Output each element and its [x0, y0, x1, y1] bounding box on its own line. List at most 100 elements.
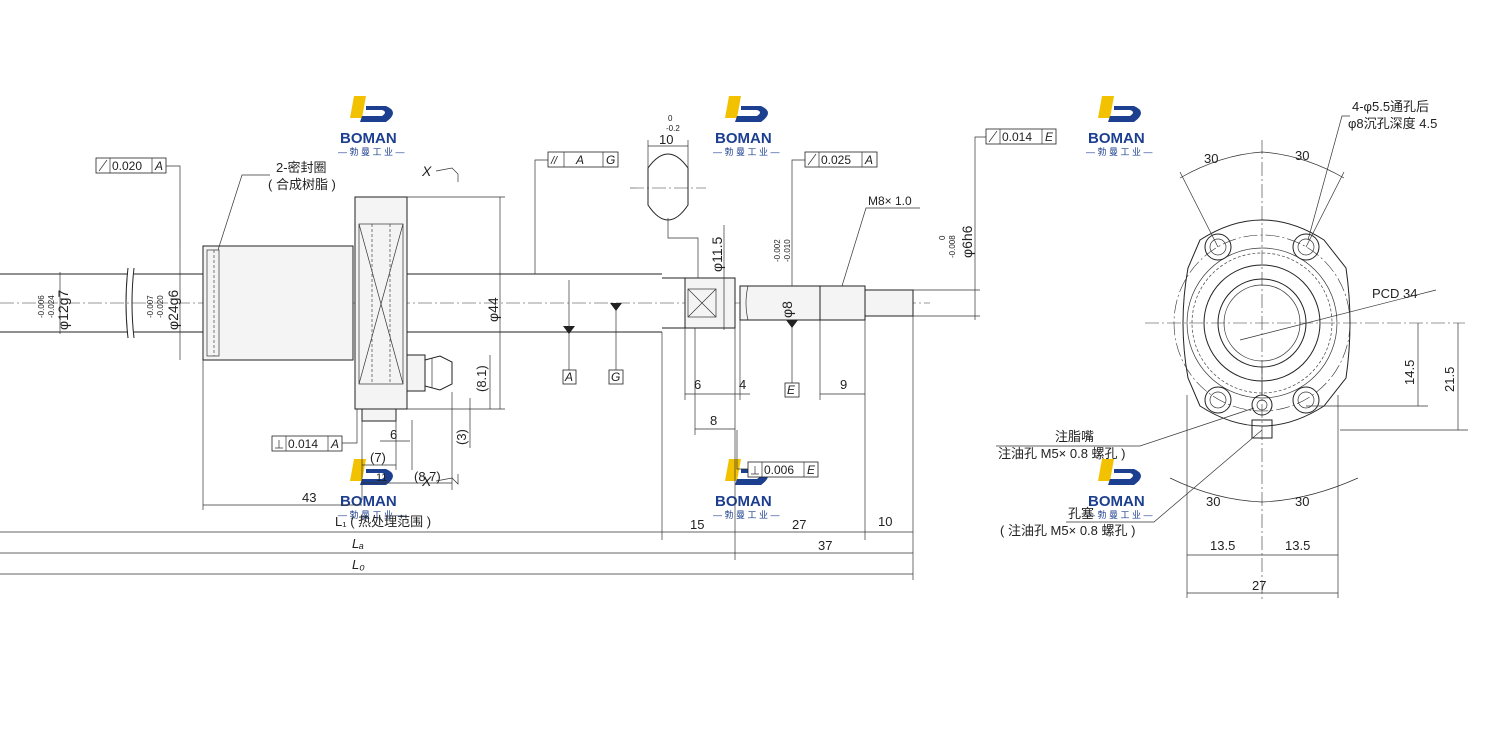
holes-spec-label: 4-φ5.5通孔后	[1352, 99, 1429, 114]
side-view-dimensions: φ12g7 -0.006 -0.024 φ24g6 -0.007 -0.020 …	[0, 114, 1057, 580]
plug-hole-label: ( 注油孔 M5× 0.8 螺孔 )	[1000, 523, 1135, 538]
dim-flat-10: 10	[659, 132, 673, 147]
dim-d6h6-tol-upper: 0	[938, 235, 947, 240]
svg-text:BOMAN: BOMAN	[1088, 493, 1145, 510]
svg-text:G: G	[611, 370, 620, 384]
dim-l1: L₁ ( 热处理范围 )	[335, 514, 431, 529]
end-view: 30 30 30 30 4-φ5.5通孔后 φ8沉孔深度 4.5 PCD 34 …	[996, 99, 1468, 600]
dim-14-5: 14.5	[1402, 360, 1417, 385]
svg-text:— 勃 曼 工 业 —: — 勃 曼 工 业 —	[338, 146, 405, 157]
svg-text:A: A	[564, 370, 573, 384]
logo-top-right: BOMAN — 勃 曼 工 业 —	[1086, 96, 1153, 157]
dim-d12g7-tol-upper: -0.006	[37, 295, 46, 318]
dim-27: 27	[792, 517, 806, 532]
dim-3: (3)	[454, 429, 469, 445]
dim-10: 10	[878, 514, 892, 529]
grease-nipple-label: 注脂嘴	[1055, 429, 1094, 444]
dim-8-7: (8.7)	[414, 469, 441, 484]
grease-hole-label: 注油孔 M5× 0.8 螺孔 )	[998, 446, 1126, 461]
dim-13-5-right: 13.5	[1285, 538, 1310, 553]
dim-d24g6-tol-lower: -0.020	[156, 295, 165, 318]
section-x-top: X	[421, 163, 432, 179]
logo-bottom-right: BOMAN — 勃 曼 工 业 —	[1086, 459, 1153, 520]
svg-text:— 勃 曼 工 业 —: — 勃 曼 工 业 —	[1086, 509, 1153, 520]
dim-6a: 6	[390, 427, 397, 442]
ang-30-bl: 30	[1206, 494, 1220, 509]
dim-d12g7-tol-lower: -0.024	[47, 295, 56, 318]
svg-text:BOMAN: BOMAN	[715, 493, 772, 510]
tol-parallel-ag: // A G	[534, 151, 619, 274]
svg-text:G: G	[606, 153, 615, 167]
dim-d11-5: φ11.5	[709, 236, 725, 272]
svg-text:0: 0	[668, 114, 673, 123]
flat-section: 10 0 -0.2	[630, 114, 706, 278]
journal-11-5	[684, 277, 736, 329]
grease-nipple	[406, 354, 453, 392]
svg-text:-0.2: -0.2	[666, 124, 680, 133]
svg-text:0.014: 0.014	[1002, 130, 1032, 144]
dim-27-width: 27	[1252, 578, 1266, 593]
dim-d44: φ44	[485, 297, 501, 322]
end-6h6	[864, 289, 914, 317]
dim-8-1: (8.1)	[474, 365, 489, 392]
svg-text:0.006: 0.006	[764, 463, 794, 477]
plug	[361, 408, 397, 422]
svg-text:BOMAN: BOMAN	[1088, 130, 1145, 147]
logo-top-left: BOMAN — 勃 曼 工 业 —	[338, 96, 405, 157]
tol-runout-e: 0.014 E	[974, 128, 1057, 280]
svg-text:— 勃 曼 工 业 —: — 勃 曼 工 业 —	[713, 509, 780, 520]
tol-runout-a-mid: 0.025 A	[791, 151, 878, 286]
svg-text:BOMAN: BOMAN	[715, 130, 772, 147]
seal-label-material: ( 合成树脂 )	[268, 177, 336, 192]
ang-30-tl: 30	[1204, 151, 1218, 166]
tol-perp-e: 0.006 E	[736, 430, 819, 478]
svg-text:0.014: 0.014	[288, 437, 318, 451]
dim-7: (7)	[370, 450, 386, 465]
seal-label: 2-密封圈	[276, 160, 327, 175]
plug-label: 孔塞	[1068, 506, 1094, 521]
dim-l0: L₀	[352, 557, 365, 572]
holes-spec-label-counterbore: φ8沉孔深度 4.5	[1348, 116, 1437, 131]
dim-d8-tol-upper: -0.002	[773, 239, 782, 262]
dim-d6h6: φ6h6	[959, 225, 975, 258]
svg-text:A: A	[154, 159, 163, 173]
datum-g: G	[608, 303, 624, 385]
dim-43: 43	[302, 490, 316, 505]
dim-21-5: 21.5	[1442, 367, 1457, 392]
dim-4: 4	[739, 377, 746, 392]
datum-e: E	[784, 320, 800, 398]
dim-11: 11	[376, 472, 387, 484]
dim-8: 8	[710, 413, 717, 428]
svg-text:A: A	[330, 437, 339, 451]
svg-text:E: E	[807, 463, 816, 477]
dim-37: 37	[818, 538, 832, 553]
svg-text:BOMAN: BOMAN	[340, 493, 397, 510]
dim-d8: φ8	[779, 301, 795, 318]
logo-bottom-left: BOMAN — 勃 曼 工 业 —	[338, 459, 405, 520]
dim-6b: 6	[694, 377, 701, 392]
svg-text:A: A	[864, 153, 873, 167]
dim-d24g6: φ24g6	[165, 290, 181, 330]
tol-perp-a: 0.014 A	[271, 409, 358, 452]
svg-text:— 勃 曼 工 业 —: — 勃 曼 工 业 —	[1086, 146, 1153, 157]
dim-13-5-left: 13.5	[1210, 538, 1235, 553]
dim-d12g7: φ12g7	[55, 290, 71, 330]
dim-la: Lₐ	[352, 536, 364, 551]
svg-text:A: A	[575, 153, 584, 167]
svg-text:E: E	[1045, 130, 1054, 144]
ang-30-br: 30	[1295, 494, 1309, 509]
svg-text:— 勃 曼 工 业 —: — 勃 曼 工 业 —	[713, 146, 780, 157]
dim-d6h6-tol-lower: -0.008	[948, 235, 957, 258]
svg-text:E: E	[787, 383, 796, 397]
tol-runout-a-left: 0.020 A	[95, 157, 181, 246]
pcd-label: PCD 34	[1372, 286, 1418, 301]
thread-m8	[819, 285, 866, 321]
ball-screw-drawing: BOMAN — 勃 曼 工 业 — BOMAN — 勃 曼 工 业 — BOMA…	[0, 96, 1468, 600]
svg-text:BOMAN: BOMAN	[340, 130, 397, 147]
dim-9: 9	[840, 377, 847, 392]
thread-label: M8× 1.0	[868, 194, 912, 208]
svg-text:0.025: 0.025	[821, 153, 851, 167]
nut-body	[202, 245, 354, 361]
ang-30-tr: 30	[1295, 148, 1309, 163]
dim-15: 15	[690, 517, 704, 532]
